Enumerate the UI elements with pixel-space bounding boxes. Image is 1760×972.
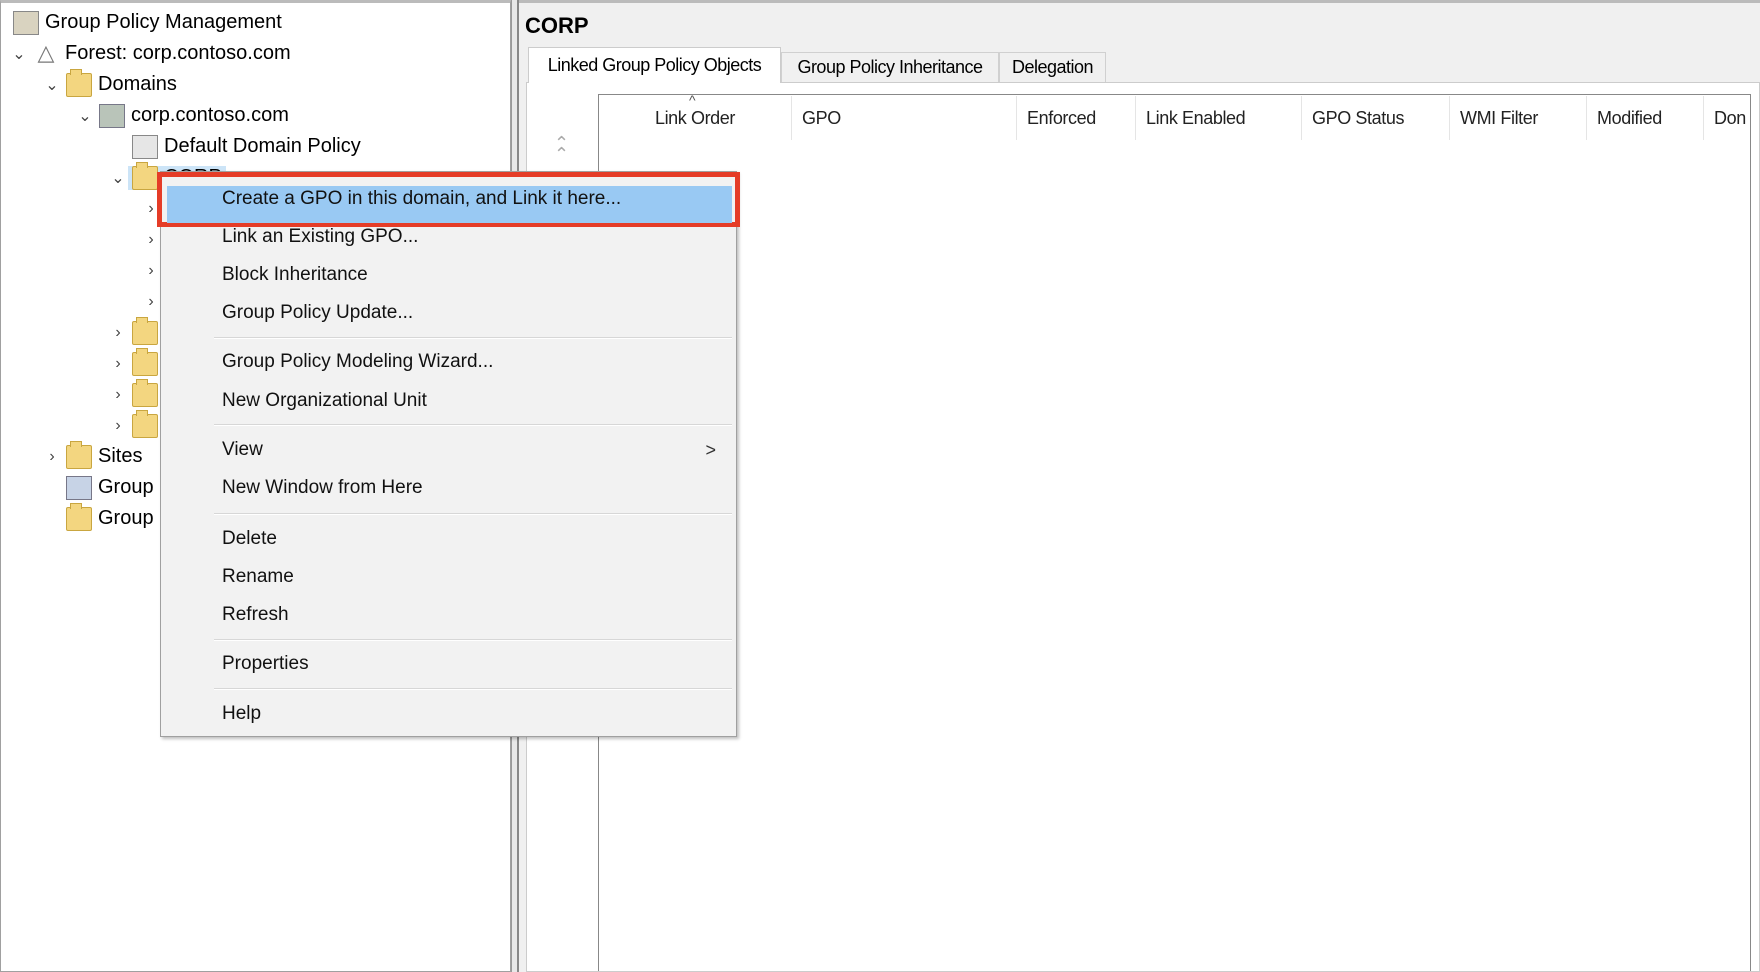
chevron-right-icon[interactable]: ›: [108, 386, 128, 404]
label: Forest: corp.contoso.com: [65, 42, 291, 64]
menu-item-delete[interactable]: Delete: [161, 521, 736, 557]
menu-separator: [214, 513, 732, 515]
tree-item-forest[interactable]: ⌄ △ Forest: corp.contoso.com: [9, 38, 291, 69]
move-up-icon[interactable]: ⌃ ⌃: [554, 134, 569, 163]
menu-separator: [214, 337, 732, 339]
sort-ascending-icon: ^: [689, 92, 696, 108]
label: corp.contoso.com: [131, 104, 289, 126]
chevron-right-icon[interactable]: ›: [108, 417, 128, 435]
tree-item-root[interactable]: Group Policy Management: [9, 7, 282, 38]
tree-item-ou[interactable]: ›: [108, 316, 164, 348]
tree-item-child[interactable]: ›: [141, 255, 161, 286]
menu-separator: [214, 639, 732, 641]
menu-item-create-gpo[interactable]: Create a GPO in this domain, and Link it…: [161, 181, 736, 217]
tab-delegation[interactable]: Delegation: [999, 52, 1106, 82]
column-domain[interactable]: Don: [1704, 96, 1760, 140]
gpo-list[interactable]: ^ Link Order GPO Enforced Link Enabled GP…: [598, 92, 1751, 971]
label: Link Order: [654, 107, 736, 128]
tree-item-group-policy-modeling[interactable]: Group: [62, 472, 154, 503]
tree-item-child[interactable]: ›: [141, 224, 161, 255]
folder-icon: [132, 347, 158, 376]
chevron-right-icon[interactable]: ›: [108, 355, 128, 373]
tree-item-ou[interactable]: ›: [108, 347, 164, 379]
chevron-right-icon[interactable]: ›: [141, 293, 161, 311]
menu-item-rename[interactable]: Rename: [161, 559, 736, 595]
column-enforced[interactable]: Enforced: [1017, 96, 1136, 140]
tree-item-ou[interactable]: ›: [108, 378, 164, 410]
menu-item-view[interactable]: View >: [161, 432, 736, 468]
submenu-arrow-icon: >: [705, 439, 716, 460]
menu-item-help[interactable]: Help: [161, 696, 736, 732]
menu-item-gp-update[interactable]: Group Policy Update...: [161, 295, 736, 331]
label: Group: [98, 507, 154, 529]
tree-item-ou[interactable]: ›: [108, 409, 164, 441]
tab-gp-inheritance[interactable]: Group Policy Inheritance: [781, 52, 999, 82]
menu-item-new-window[interactable]: New Window from Here: [161, 470, 736, 506]
sites-icon: [66, 440, 92, 469]
tree-item-domain[interactable]: ⌄ corp.contoso.com: [75, 100, 289, 131]
tab-linked-gpos[interactable]: Linked Group Policy Objects: [528, 47, 781, 83]
menu-item-properties[interactable]: Properties: [161, 646, 736, 682]
menu-item-block-inheritance[interactable]: Block Inheritance: [161, 257, 736, 293]
label: Domains: [98, 73, 177, 95]
column-link-enabled[interactable]: Link Enabled: [1136, 96, 1302, 140]
column-gpo-status[interactable]: GPO Status: [1302, 96, 1450, 140]
chevron-down-icon[interactable]: ⌄: [42, 75, 62, 95]
chevron-right-icon[interactable]: ›: [141, 262, 161, 280]
column-modified[interactable]: Modified: [1587, 96, 1704, 140]
results-icon: [66, 502, 92, 531]
menu-separator: [214, 424, 732, 426]
modeling-icon: [66, 475, 92, 500]
menu-item-modeling-wizard[interactable]: Group Policy Modeling Wizard...: [161, 344, 736, 380]
chevron-right-icon[interactable]: ›: [141, 231, 161, 249]
column-link-order[interactable]: ^ Link Order: [599, 92, 792, 140]
chevron-right-icon[interactable]: ›: [108, 324, 128, 342]
menu-separator: [214, 688, 732, 690]
tree-item-group-policy-results[interactable]: Group: [62, 502, 154, 534]
folder-icon: [132, 316, 158, 345]
tree-item-domains[interactable]: ⌄ Domains: [42, 68, 177, 100]
gpo-link-icon: [132, 134, 158, 159]
menu-item-new-ou[interactable]: New Organizational Unit: [161, 383, 736, 419]
column-wmi-filter[interactable]: WMI Filter: [1450, 96, 1587, 140]
tree-item-child[interactable]: ›: [141, 286, 161, 317]
domains-folder-icon: [66, 68, 92, 97]
chevron-down-icon[interactable]: ⌄: [75, 106, 95, 126]
folder-icon: [132, 409, 158, 438]
chevron-down-icon[interactable]: ⌄: [9, 44, 29, 64]
gpm-icon: [13, 10, 39, 35]
context-menu: Create a GPO in this domain, and Link it…: [157, 171, 740, 737]
label: Default Domain Policy: [164, 135, 361, 157]
domain-icon: [99, 103, 125, 128]
column-gpo[interactable]: GPO: [792, 96, 1017, 140]
label: Sites: [98, 445, 143, 467]
label: Group: [98, 476, 154, 498]
ou-folder-icon: [132, 161, 158, 190]
tree-item-default-domain-policy[interactable]: Default Domain Policy: [128, 131, 361, 162]
page-title: CORP: [525, 13, 589, 38]
label: View: [222, 439, 263, 460]
menu-item-refresh[interactable]: Refresh: [161, 597, 736, 633]
chevron-right-icon[interactable]: ›: [42, 448, 62, 466]
folder-icon: [132, 378, 158, 407]
tree-item-sites[interactable]: › Sites: [42, 440, 143, 472]
forest-icon: △: [37, 39, 55, 65]
label: Group Policy Management: [45, 11, 282, 33]
chevron-down-icon[interactable]: ⌄: [108, 168, 128, 188]
